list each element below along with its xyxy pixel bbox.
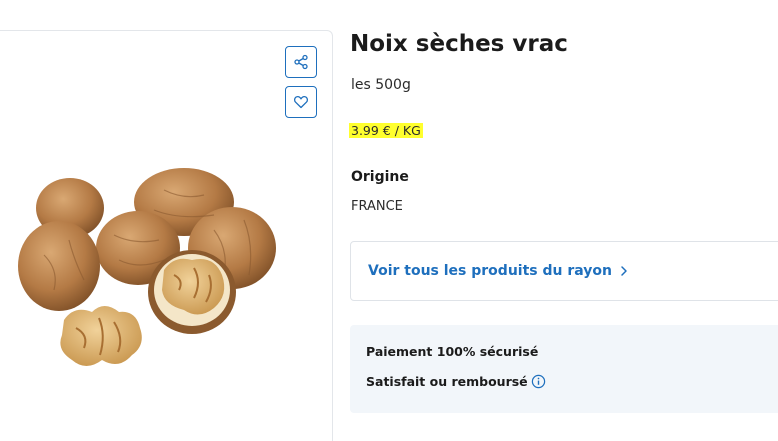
product-image [18, 168, 276, 366]
product-weight: les 500g [351, 77, 411, 93]
trust-box: Paiement 100% sécurisé Satisfait ou remb… [350, 325, 778, 413]
heart-icon [293, 95, 309, 109]
product-page: Noix sèches vrac les 500g 3.99 € / KG Or… [0, 0, 778, 441]
rayon-link-label: Voir tous les produits du rayon [368, 263, 612, 279]
unit-price: 3.99 € / KG [349, 123, 423, 138]
product-title: Noix sèches vrac [350, 31, 568, 57]
share-icon [294, 54, 308, 70]
secure-payment-text: Paiement 100% sécurisé [366, 344, 539, 359]
info-icon[interactable] [531, 374, 546, 393]
origin-value: FRANCE [351, 199, 403, 214]
favorite-button[interactable] [285, 86, 317, 118]
share-button[interactable] [285, 46, 317, 78]
chevron-right-icon [620, 265, 628, 277]
view-all-rayon-link[interactable]: Voir tous les produits du rayon [350, 241, 778, 301]
origin-label: Origine [351, 169, 409, 185]
refund-text: Satisfait ou remboursé [366, 374, 528, 389]
